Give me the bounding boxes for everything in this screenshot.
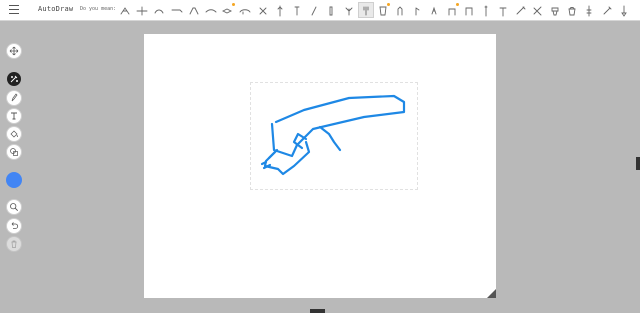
suggestion-dragonfly-icon[interactable] (135, 3, 149, 17)
autodraw-tool-button[interactable] (7, 72, 21, 86)
suggestion-cricket-icon[interactable] (118, 3, 132, 17)
canvas-resize-handle[interactable] (487, 289, 496, 298)
drawing-canvas[interactable] (144, 34, 496, 298)
undo-icon (11, 222, 19, 229)
hand-point-icon (415, 7, 420, 16)
whale-icon (239, 9, 251, 15)
bottom-panel-handle[interactable] (310, 309, 325, 313)
duck-icon (189, 7, 199, 15)
suggestion-violin-icon[interactable] (582, 3, 596, 17)
new-badge-icon (387, 3, 390, 6)
glass-icon (379, 6, 387, 16)
plant-icon (345, 7, 353, 16)
autodraw-icon (10, 75, 18, 83)
text-icon (11, 112, 17, 120)
top-toolbar: AutoDraw Do you mean: (0, 0, 640, 21)
fork-icon (363, 6, 369, 16)
suggestion-lizard-icon[interactable] (204, 3, 218, 17)
toilet-icon (551, 7, 559, 16)
suggestion-prompt: Do you mean: (80, 6, 117, 12)
sketch-drawing (260, 94, 406, 176)
candle-icon (294, 6, 300, 16)
suggestion-duck-icon[interactable] (187, 3, 201, 17)
snail-icon (154, 9, 164, 14)
move-icon (9, 46, 19, 56)
suggestion-grass-icon[interactable] (273, 3, 287, 17)
cricket-icon (120, 7, 130, 15)
suggestion-shovel-icon[interactable] (617, 3, 631, 17)
hand-icon (397, 6, 403, 16)
right-panel-handle[interactable] (636, 157, 640, 170)
suggestion-hand-icon[interactable] (393, 3, 407, 17)
app-title: AutoDraw (38, 5, 74, 13)
suggestion-wrench-icon[interactable] (514, 3, 528, 17)
scorpion-icon (171, 9, 183, 13)
draw-tool-button[interactable] (7, 91, 21, 105)
suggestion-fossil-icon[interactable] (256, 3, 270, 17)
pencil-icon (11, 93, 18, 102)
undo-tool-button[interactable] (7, 219, 21, 233)
dragonfly-icon (136, 6, 148, 16)
tools-icon (533, 6, 542, 16)
suggestion-hand-wave-icon[interactable] (428, 3, 442, 17)
suggestion-nail-icon[interactable] (479, 3, 493, 17)
color-picker-swatch[interactable] (6, 172, 22, 188)
fossil-icon (259, 7, 267, 15)
suggestion-whale-icon[interactable] (238, 3, 252, 17)
suggestion-candle-icon[interactable] (290, 3, 304, 17)
suggestion-fish-icon[interactable] (221, 3, 236, 17)
grass-icon (277, 5, 283, 17)
suggestion-tools-icon[interactable] (531, 3, 545, 17)
zoom-tool-button[interactable] (7, 200, 21, 214)
pen-icon (311, 6, 317, 16)
suggestion-hand-stop-icon[interactable] (462, 3, 476, 17)
hand-wave-icon (431, 6, 437, 15)
shape-tool-button[interactable] (7, 145, 21, 159)
shovel-icon (620, 5, 627, 17)
shape-icon (10, 148, 18, 156)
fish-icon (222, 8, 233, 14)
violin-icon (586, 5, 592, 17)
wrench2-icon (603, 6, 612, 15)
suggestion-hammer-icon[interactable] (496, 3, 510, 17)
suggestion-hand-point-icon[interactable] (410, 3, 424, 17)
wrench-icon (516, 6, 526, 15)
suggestion-scorpion-icon[interactable] (170, 3, 184, 17)
suggestion-fork-icon[interactable] (357, 2, 374, 18)
suggestion-glass-icon[interactable] (376, 3, 390, 17)
suggestion-bottle-icon[interactable] (324, 3, 338, 17)
hammer-icon (499, 7, 507, 17)
hand-stop-icon (465, 7, 473, 16)
hand-grab-icon (448, 8, 456, 16)
suggestion-pen-icon[interactable] (307, 3, 321, 17)
fill-icon (10, 130, 18, 138)
menu-icon[interactable] (9, 5, 19, 14)
new-badge-icon (455, 3, 459, 6)
zoom-icon (10, 203, 19, 212)
suggestion-wrench2-icon[interactable] (600, 3, 614, 17)
type-tool-button[interactable] (7, 109, 21, 123)
suggestion-toilet-icon[interactable] (548, 3, 562, 17)
trash-icon (11, 240, 17, 248)
suggestion-bag-icon[interactable] (565, 3, 579, 17)
bottle-icon (329, 6, 333, 16)
suggestion-plant-icon[interactable] (342, 3, 356, 17)
nail-icon (484, 5, 488, 17)
suggestion-hand-grab-icon[interactable] (445, 3, 459, 17)
bag-icon (568, 7, 576, 16)
select-tool-button[interactable] (7, 44, 21, 58)
lizard-icon (205, 9, 217, 13)
suggestion-snail-icon[interactable] (152, 3, 166, 17)
fill-tool-button[interactable] (7, 127, 21, 141)
delete-tool-button[interactable] (7, 237, 21, 251)
